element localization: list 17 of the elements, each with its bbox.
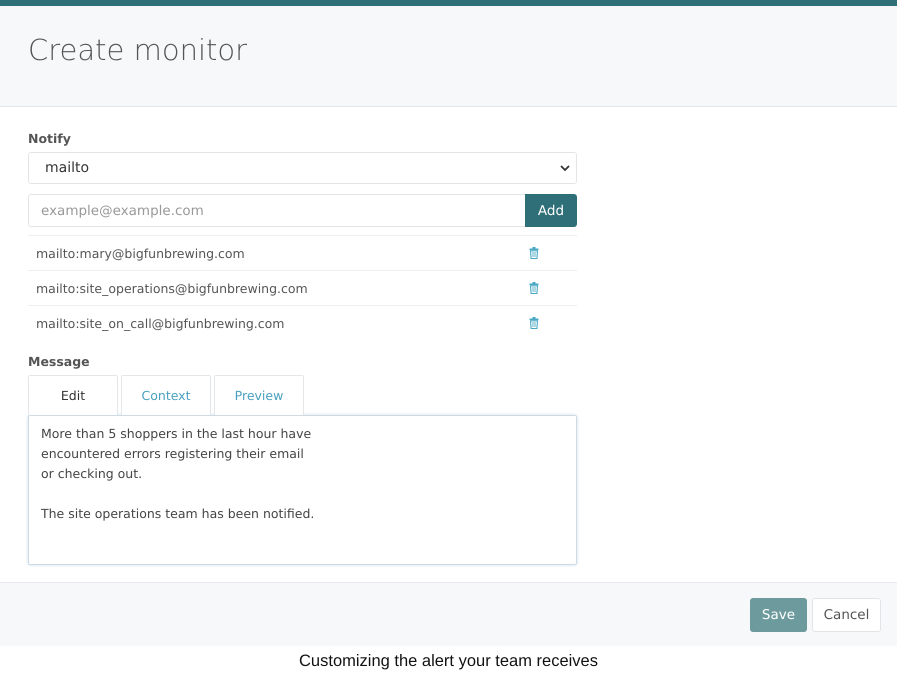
caption: Customizing the alert your team receives xyxy=(298,651,599,671)
recipient-address: mailto:site_on_call@bigfunbrewing.com xyxy=(36,316,284,330)
recipient-address: mailto:site_operations@bigfunbrewing.com xyxy=(36,280,308,296)
cancel-button[interactable]: Cancel xyxy=(812,598,881,632)
notify-label: Notify xyxy=(28,131,72,146)
chevron-icon xyxy=(560,164,570,172)
trash-icon[interactable] xyxy=(529,247,539,259)
email-field[interactable]: example@example.com xyxy=(28,194,525,227)
add-button[interactable]: Add xyxy=(525,194,577,227)
dialog-title: Create monitor xyxy=(28,33,248,67)
trash-icon[interactable] xyxy=(529,317,539,329)
channel-select[interactable]: mailto xyxy=(28,152,577,184)
trash-icon[interactable] xyxy=(529,282,539,294)
recipient-address: mailto:mary@bigfunbrewing.com xyxy=(36,246,245,260)
message-field[interactable]: More than 5 shoppers in the last hour have encountered errors registering their email or checking out. The site operations team has been notified. xyxy=(28,415,577,565)
message-label: Message xyxy=(28,354,91,369)
message-tab[interactable]: Edit xyxy=(28,375,118,415)
